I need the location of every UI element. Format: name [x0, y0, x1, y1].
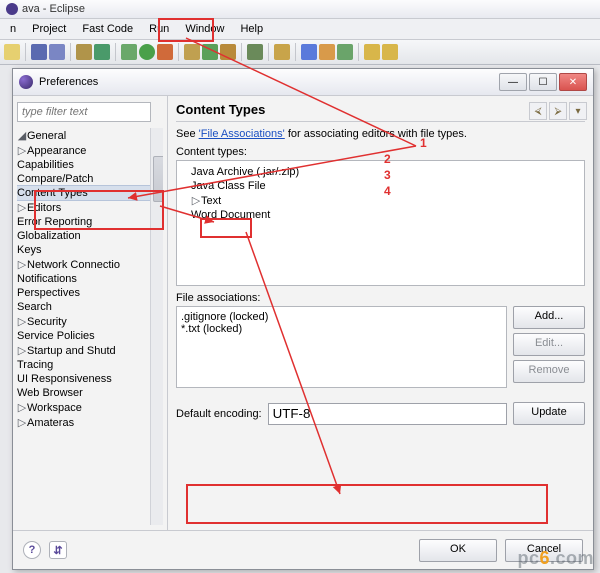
annotation-number: 3: [384, 168, 391, 182]
eclipse-titlebar: ava - Eclipse: [0, 0, 600, 19]
toolbar-icon[interactable]: [94, 44, 110, 60]
tree-item[interactable]: Keys: [17, 244, 41, 256]
tree-item[interactable]: Tracing: [17, 359, 53, 371]
toolbar-icon[interactable]: [4, 44, 20, 60]
toolbar-separator: [178, 43, 179, 61]
toolbar-separator: [25, 43, 26, 61]
toolbar-icon[interactable]: [76, 44, 92, 60]
back-icon[interactable]: [364, 44, 380, 60]
back-nav-icon[interactable]: ⮘: [529, 102, 547, 120]
app-title: ava - Eclipse: [22, 3, 85, 15]
annotation-box: [200, 218, 252, 238]
tree-amateras[interactable]: Amateras: [27, 417, 74, 429]
annotation-number: 4: [384, 184, 391, 198]
dialog-titlebar: Preferences — ☐ ✕: [13, 69, 593, 96]
tree-general[interactable]: General: [27, 130, 66, 142]
default-encoding-input[interactable]: [268, 403, 507, 425]
menu-fast-code[interactable]: Fast Code: [74, 21, 141, 37]
add-button[interactable]: Add...: [513, 306, 585, 329]
toolbar-separator: [241, 43, 242, 61]
forward-icon[interactable]: [382, 44, 398, 60]
tree-item[interactable]: UI Responsiveness: [17, 373, 112, 385]
fa-item[interactable]: .gitignore (locked): [181, 311, 502, 323]
help-icon[interactable]: ?: [23, 541, 41, 559]
maximize-button[interactable]: ☐: [529, 73, 557, 91]
menubar: n Project Fast Code Run Window Help: [0, 19, 600, 40]
toolbar-separator: [358, 43, 359, 61]
tree-item[interactable]: Globalization: [17, 230, 81, 242]
annotation-box: [186, 484, 548, 524]
eclipse-icon: [19, 75, 33, 89]
divider: [176, 121, 585, 122]
save-icon[interactable]: [31, 44, 47, 60]
open-type-icon[interactable]: [247, 44, 263, 60]
toolbar-separator: [70, 43, 71, 61]
ok-button[interactable]: OK: [419, 539, 497, 562]
tree-item[interactable]: Web Browser: [17, 387, 83, 399]
run-icon[interactable]: [139, 44, 155, 60]
new-package-icon[interactable]: [184, 44, 200, 60]
fa-item[interactable]: *.txt (locked): [181, 323, 502, 335]
tree-item[interactable]: Workspace: [27, 402, 82, 414]
run-ext-icon[interactable]: [157, 44, 173, 60]
close-button[interactable]: ✕: [559, 73, 587, 91]
update-button[interactable]: Update: [513, 402, 585, 425]
search-icon[interactable]: [274, 44, 290, 60]
file-associations-link[interactable]: 'File Associations': [199, 128, 285, 140]
minimize-button[interactable]: —: [499, 73, 527, 91]
tree-scrollbar[interactable]: [150, 128, 163, 525]
dialog-footer: ? ⇵ OK Cancel: [13, 530, 593, 569]
annotation-number: 1: [420, 136, 427, 150]
tree-item[interactable]: Service Policies: [17, 330, 95, 342]
toolbar-separator: [295, 43, 296, 61]
tree-item[interactable]: Startup and Shutd: [27, 345, 116, 357]
menu-project[interactable]: Project: [24, 21, 74, 37]
content-types-label: Content types:: [176, 146, 585, 158]
tree-item[interactable]: Compare/Patch: [17, 173, 93, 185]
content-types-page: Content Types ⮘ ⮚ ▾ See 'File Associatio…: [168, 96, 593, 531]
annotation-box: [34, 190, 164, 230]
tree-item[interactable]: Perspectives: [17, 287, 80, 299]
toolbar-icon[interactable]: [301, 44, 317, 60]
see-text: See 'File Associations' for associating …: [176, 128, 585, 140]
tree-item[interactable]: Security: [27, 316, 67, 328]
eclipse-icon: [6, 3, 18, 15]
page-heading: Content Types: [176, 102, 585, 117]
import-export-icon[interactable]: ⇵: [49, 541, 67, 559]
tree-item[interactable]: Capabilities: [17, 159, 74, 171]
toolbar-icon[interactable]: [319, 44, 335, 60]
filter-input[interactable]: [17, 102, 151, 122]
default-encoding-label: Default encoding:: [176, 408, 262, 420]
new-class-icon[interactable]: [202, 44, 218, 60]
toolbar-separator: [268, 43, 269, 61]
save-all-icon[interactable]: [49, 44, 65, 60]
annotation-box: [158, 18, 214, 42]
file-associations-label: File associations:: [176, 292, 585, 304]
file-associations-list[interactable]: .gitignore (locked) *.txt (locked): [176, 306, 507, 388]
menu-nav-icon[interactable]: ▾: [569, 102, 587, 120]
tree-item[interactable]: Notifications: [17, 273, 77, 285]
tree-item[interactable]: Appearance: [27, 145, 86, 157]
tree-item[interactable]: Network Connectio: [27, 259, 120, 271]
forward-nav-icon[interactable]: ⮚: [549, 102, 567, 120]
menu-help[interactable]: Help: [232, 21, 271, 37]
debug-icon[interactable]: [121, 44, 137, 60]
preferences-tree-pane: ◢General ▷Appearance Capabilities Compar…: [13, 96, 168, 531]
tree-item[interactable]: Search: [17, 301, 52, 313]
watermark: pc6.com: [517, 548, 594, 569]
menu-n[interactable]: n: [2, 21, 24, 37]
preferences-tree[interactable]: ◢General ▷Appearance Capabilities Compar…: [17, 128, 163, 525]
main-toolbar: [0, 40, 600, 65]
annotation-number: 2: [384, 152, 391, 166]
remove-button[interactable]: Remove: [513, 360, 585, 383]
new-icon[interactable]: [220, 44, 236, 60]
toolbar-separator: [115, 43, 116, 61]
edit-button[interactable]: Edit...: [513, 333, 585, 356]
toolbar-icon[interactable]: [337, 44, 353, 60]
dialog-title: Preferences: [39, 76, 98, 88]
